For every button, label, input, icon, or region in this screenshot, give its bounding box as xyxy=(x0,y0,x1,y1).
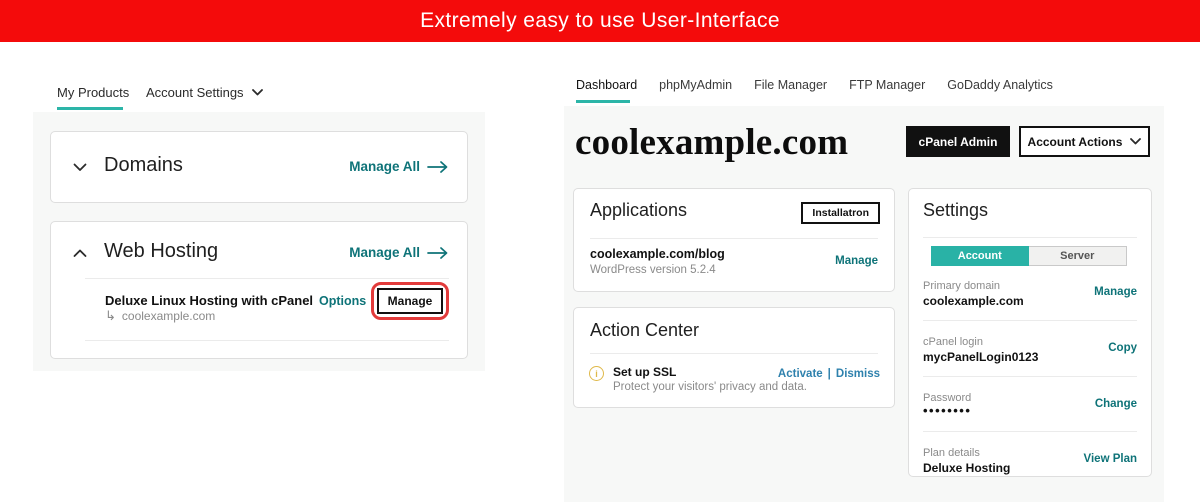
warning-info-icon: i xyxy=(589,366,604,381)
promo-banner: Extremely easy to use User-Interface xyxy=(0,0,1200,42)
installatron-button[interactable]: Installatron xyxy=(801,202,880,224)
manage-all-label: Manage All xyxy=(349,159,420,174)
primary-domain-label: Primary domain xyxy=(923,280,1001,292)
plan-details-value: Deluxe Hosting xyxy=(923,461,1011,475)
domains-section-title: Domains xyxy=(104,154,183,176)
ssl-task-actions: Activate | Dismiss xyxy=(778,368,880,380)
ssl-task-description: Protect your visitors' privacy and data. xyxy=(613,381,807,393)
manage-all-label: Manage All xyxy=(349,245,420,260)
tab-account-settings[interactable]: Account Settings xyxy=(146,85,263,100)
settings-toggle: Account Server xyxy=(931,246,1127,266)
password-value: •••••••• xyxy=(923,403,972,418)
ssl-task-title: Set up SSL xyxy=(613,365,677,379)
link-separator: | xyxy=(827,368,831,380)
chevron-up-icon[interactable] xyxy=(73,249,87,258)
divider xyxy=(590,353,878,354)
account-actions-button[interactable]: Account Actions xyxy=(1019,126,1150,157)
web-hosting-section-title: Web Hosting xyxy=(104,240,219,262)
web-hosting-card: Web Hosting Manage All Deluxe Linux Host… xyxy=(50,221,468,359)
divider xyxy=(923,320,1137,321)
hosting-linked-domain: ↳ coolexample.com xyxy=(105,308,215,324)
screenshot-root: Extremely easy to use User-Interface My … xyxy=(0,0,1200,502)
arrow-right-icon xyxy=(427,246,448,259)
divider xyxy=(590,238,878,239)
account-actions-label: Account Actions xyxy=(1027,134,1123,149)
cpanel-admin-button[interactable]: cPanel Admin xyxy=(906,126,1010,157)
arrow-right-icon xyxy=(427,160,448,173)
applications-card: Applications Installatron coolexample.co… xyxy=(573,188,895,292)
password-change-link[interactable]: Change xyxy=(1095,398,1137,410)
site-title: coolexample.com xyxy=(575,122,849,163)
action-center-title: Action Center xyxy=(590,320,700,340)
chevron-down-icon xyxy=(251,89,263,96)
hosting-domain-label: coolexample.com xyxy=(121,309,216,323)
applications-title: Applications xyxy=(590,200,688,220)
tab-ftp-manager[interactable]: FTP Manager xyxy=(849,78,925,92)
view-plan-link[interactable]: View Plan xyxy=(1084,453,1137,465)
divider xyxy=(923,237,1137,238)
cpanel-login-value: mycPanelLogin0123 xyxy=(923,350,1039,364)
toggle-server[interactable]: Server xyxy=(1028,246,1127,266)
divider xyxy=(85,278,449,279)
primary-domain-manage-link[interactable]: Manage xyxy=(1094,286,1137,298)
app-version: WordPress version 5.2.4 xyxy=(590,264,716,276)
hosting-product-name: Deluxe Linux Hosting with cPanel xyxy=(105,293,314,308)
banner-text: Extremely easy to use User-Interface xyxy=(420,9,780,32)
cpanel-login-label: cPanel login xyxy=(923,336,983,348)
activate-link[interactable]: Activate xyxy=(778,368,823,380)
settings-title: Settings xyxy=(923,200,989,220)
tab-dashboard[interactable]: Dashboard xyxy=(576,78,637,92)
hosting-manage-button[interactable]: Manage xyxy=(377,288,443,314)
return-arrow-icon: ↳ xyxy=(105,308,116,323)
primary-domain-value: coolexample.com xyxy=(923,294,1024,308)
tab-account-settings-label: Account Settings xyxy=(146,85,244,100)
active-tab-underline-left xyxy=(57,107,123,110)
domains-card: Domains Manage All xyxy=(50,131,468,203)
divider xyxy=(85,340,449,341)
hosting-options-link[interactable]: Options xyxy=(319,294,366,308)
settings-card: Settings Account Server Primary domain c… xyxy=(908,188,1152,477)
divider xyxy=(923,431,1137,432)
toggle-account[interactable]: Account xyxy=(931,246,1029,266)
app-manage-link[interactable]: Manage xyxy=(835,255,878,267)
cpanel-login-copy-link[interactable]: Copy xyxy=(1108,342,1137,354)
active-tab-underline-right xyxy=(576,100,630,103)
plan-details-label: Plan details xyxy=(923,447,980,459)
app-name: coolexample.com/blog xyxy=(590,247,725,261)
dismiss-link[interactable]: Dismiss xyxy=(836,368,880,380)
tab-file-manager[interactable]: File Manager xyxy=(754,78,827,92)
dashboard-tab-bar: Dashboard phpMyAdmin File Manager FTP Ma… xyxy=(576,78,1053,92)
tab-phpmyadmin[interactable]: phpMyAdmin xyxy=(659,78,732,92)
domains-manage-all-link[interactable]: Manage All xyxy=(349,159,449,174)
chevron-down-icon xyxy=(1130,138,1142,145)
chevron-down-icon[interactable] xyxy=(73,163,87,172)
action-center-card: Action Center i Set up SSL Protect your … xyxy=(573,307,895,408)
divider xyxy=(923,376,1137,377)
tab-godaddy-analytics[interactable]: GoDaddy Analytics xyxy=(947,78,1053,92)
web-hosting-manage-all-link[interactable]: Manage All xyxy=(349,245,449,260)
tab-my-products[interactable]: My Products xyxy=(57,85,129,100)
